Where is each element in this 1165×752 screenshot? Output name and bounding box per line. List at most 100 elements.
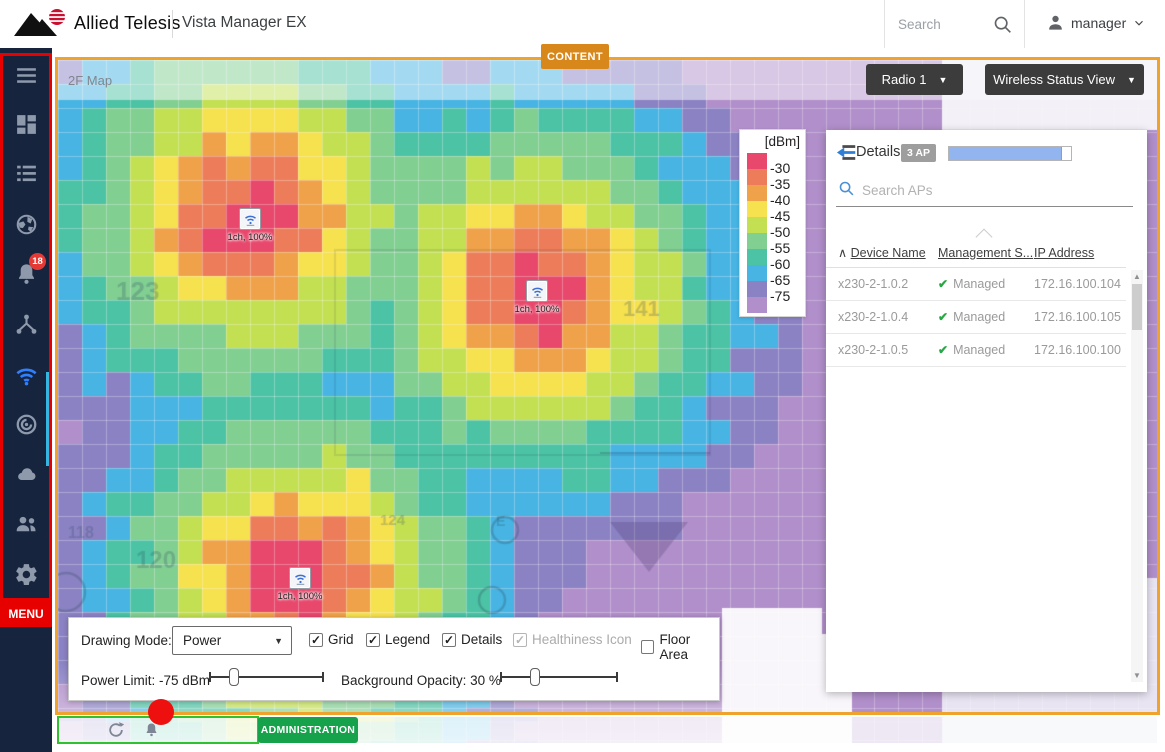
users-icon	[14, 511, 39, 536]
sidebar-item-asset-management[interactable]	[0, 149, 52, 197]
legend-label: -65	[770, 272, 790, 288]
header-divider	[172, 10, 173, 38]
checkbox-label: Legend	[385, 632, 430, 647]
administration-button[interactable]: ADMINISTRATION	[258, 717, 358, 743]
power-limit-slider[interactable]	[209, 668, 324, 686]
ap-channel-label: 1ch, 100%	[515, 304, 560, 315]
ap-channel-label: 1ch, 100%	[278, 591, 323, 602]
checkbox-box[interactable]: ✓	[366, 633, 380, 647]
checkbox-box[interactable]: ✓	[309, 633, 323, 647]
drawing-mode-select[interactable]: Power ▼	[172, 626, 292, 655]
wifi-icon	[243, 212, 258, 227]
check-icon: ✔	[938, 277, 948, 291]
legend-label: -55	[770, 240, 790, 256]
checkbox-legend[interactable]: ✓ Legend	[366, 632, 430, 647]
legend-swatch	[747, 281, 767, 297]
list-icon	[14, 161, 39, 186]
sidebar-item-dashboard[interactable]	[0, 100, 52, 148]
search-icon[interactable]	[992, 14, 1014, 41]
checkbox-floor-area[interactable]: Floor Area	[641, 632, 719, 662]
ap-channel-label: 1ch, 100%	[228, 232, 273, 243]
device-name-cell: x230-2-1.0.4	[838, 310, 938, 324]
hamburger-icon	[14, 63, 39, 88]
sidebar-item-system-settings[interactable]	[0, 550, 52, 598]
legend-label: -35	[770, 176, 790, 192]
sidebar-menu: 18	[0, 48, 52, 752]
cloud-icon	[14, 461, 39, 486]
username: manager	[1071, 15, 1126, 31]
sidebar-active-indicator	[46, 372, 50, 466]
check-icon: ✔	[938, 310, 948, 324]
dial-icon	[14, 412, 39, 437]
drawing-mode-value: Power	[183, 633, 221, 648]
content-annotation-label: CONTENT	[541, 44, 609, 69]
map-toolbar: Drawing Mode: Power ▼ ✓Grid✓Legend✓Detai…	[68, 617, 720, 701]
header-divider	[1024, 0, 1025, 48]
user-icon	[1046, 13, 1065, 32]
refresh-icon[interactable]	[106, 720, 126, 745]
wifi-icon	[293, 571, 308, 586]
wifi-icon	[14, 363, 39, 388]
column-header[interactable]: Management S...	[938, 246, 1033, 260]
chevron-down-icon	[1132, 16, 1146, 30]
legend-swatch	[747, 249, 767, 265]
checkbox-label: Healthiness Icon	[532, 632, 632, 647]
scrollbar-thumb[interactable]	[1132, 284, 1142, 330]
table-header: ∧ Device Name Management S...IP Address	[826, 238, 1126, 268]
user-menu[interactable]: manager	[1046, 13, 1146, 32]
checkbox-box[interactable]: ✓	[442, 633, 456, 647]
ap-marker[interactable]	[289, 567, 311, 589]
column-header[interactable]: Device Name	[851, 246, 926, 260]
background-opacity-slider[interactable]	[500, 668, 618, 686]
tree-icon	[14, 312, 39, 337]
ip-address-cell: 172.16.100.104	[1034, 277, 1126, 291]
sidebar-item-user-management[interactable]	[0, 499, 52, 547]
scroll-up-icon[interactable]: ▲	[1131, 272, 1143, 281]
view-selector-dropdown[interactable]: Wireless Status View ▼	[985, 64, 1144, 95]
power-limit-slider-thumb[interactable]	[229, 668, 239, 686]
table-row[interactable]: x230-2-1.0.4✔Managed172.16.100.105	[826, 301, 1126, 334]
sidebar-item-cloud-plugin[interactable]	[0, 449, 52, 497]
allied-telesis-logo-icon	[14, 8, 66, 38]
map-title: 2F Map	[68, 73, 112, 88]
device-name-cell: x230-2-1.0.5	[838, 343, 938, 357]
dashboard-icon	[14, 112, 39, 137]
radio-selector-dropdown[interactable]: Radio 1 ▼	[866, 64, 963, 95]
management-status-cell: ✔Managed	[938, 277, 1034, 291]
wifi-icon	[530, 284, 545, 299]
legend-label: -60	[770, 256, 790, 272]
column-header[interactable]: IP Address	[1034, 246, 1094, 260]
ap-marker[interactable]	[526, 280, 548, 302]
checkbox-label: Floor Area	[659, 632, 719, 662]
collapse-panel-icon[interactable]	[836, 143, 858, 167]
radio-selector-label: Radio 1	[882, 72, 927, 87]
sidebar-item-wireless[interactable]	[0, 351, 52, 399]
sort-asc-icon: ∧	[838, 246, 851, 260]
management-status-cell: ✔Managed	[938, 343, 1034, 357]
panel-scrollbar[interactable]: ▲ ▼	[1131, 270, 1143, 682]
checkbox-details[interactable]: ✓Details	[442, 632, 502, 647]
ap-marker[interactable]	[239, 208, 261, 230]
sidebar-item-event-log[interactable]: 18	[0, 249, 52, 297]
table-row[interactable]: x230-2-1.0.5✔Managed172.16.100.100	[826, 334, 1126, 367]
event-count-badge: 18	[29, 253, 46, 270]
sidebar-item-menu-toggle[interactable]	[0, 51, 52, 99]
sidebar-item-network-map[interactable]	[0, 200, 52, 248]
device-name-cell: x230-2-1.0.2	[838, 277, 938, 291]
checkbox-label: Grid	[328, 632, 354, 647]
checkbox-box[interactable]	[641, 640, 654, 654]
table-row[interactable]: x230-2-1.0.2✔Managed172.16.100.104	[826, 268, 1126, 301]
sidebar-item-network-services[interactable]	[0, 300, 52, 348]
search-input[interactable]	[898, 12, 986, 36]
background-opacity-slider-thumb[interactable]	[530, 668, 540, 686]
sidebar-item-awc-plugin[interactable]	[0, 400, 52, 448]
checkbox-box: ✓	[513, 633, 527, 647]
scroll-down-icon[interactable]: ▼	[1131, 671, 1143, 680]
details-panel: Details 3 AP Search APs ∧ Device NameMan…	[826, 130, 1147, 692]
search-aps-input[interactable]: Search APs	[862, 183, 933, 198]
check-icon: ✔	[938, 343, 948, 357]
power-limit-label: Power Limit: -75 dBm	[81, 673, 210, 688]
menu-annotation-label: MENU	[0, 601, 52, 627]
view-selector-label: Wireless Status View	[993, 72, 1115, 87]
checkbox-grid[interactable]: ✓ Grid	[309, 632, 354, 647]
